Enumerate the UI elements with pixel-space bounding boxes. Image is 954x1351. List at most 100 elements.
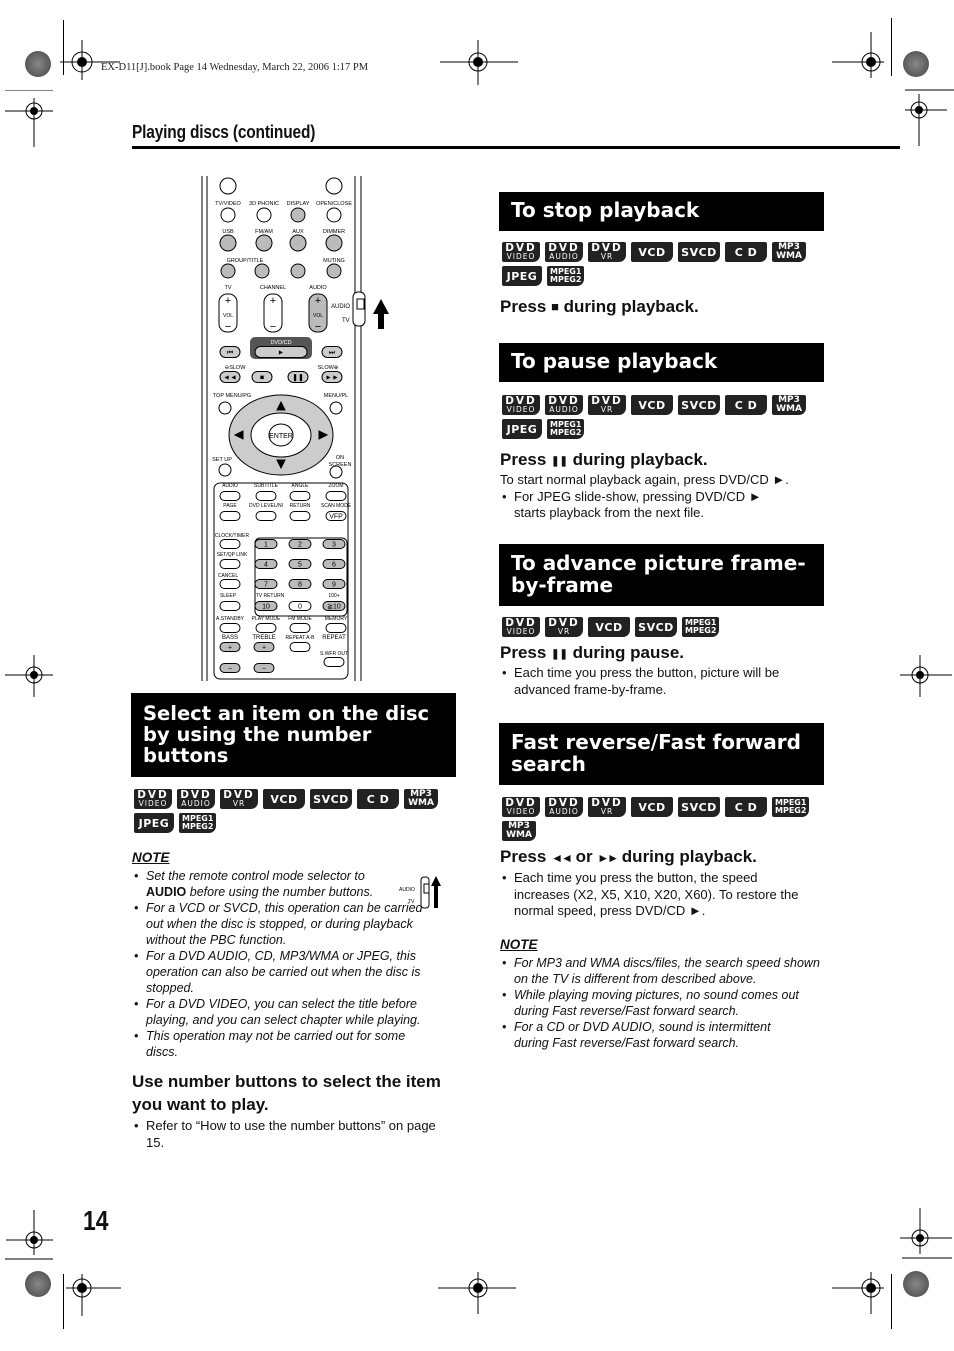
badge-label: VIDEO — [506, 807, 536, 816]
bullet-item: Each time you press the button, picture … — [500, 665, 830, 698]
remote-label: − — [315, 321, 321, 333]
format-badge-mpeg: MPEG1 MPEG2 — [547, 419, 585, 439]
color-dot-top-left — [25, 51, 51, 77]
search-instruction: Press ◄◄ or ►► during playback. — [500, 847, 830, 867]
registration-mark-right-bottom — [900, 1200, 954, 1262]
remote-button — [219, 491, 241, 501]
format-badge-jpeg: JPEG — [502, 419, 542, 439]
selector-audio-label: AUDIO — [399, 887, 415, 893]
note-item: For a DVD AUDIO, CD, MP3/WMA or JPEG, th… — [132, 948, 457, 996]
section-header: Playing discs (continued) — [132, 122, 316, 142]
badge-label: VCD — [270, 792, 298, 806]
badge-label: VCD — [638, 398, 666, 412]
note-title: NOTE — [500, 937, 538, 952]
format-badges-select: DVD VIDEO DVD AUDIO DVD VR VCD SVCD C D MP3 WMA JPE… — [134, 789, 454, 833]
remote-button — [219, 579, 241, 589]
remote-label: RETURN — [290, 503, 311, 509]
format-badge-mpeg: MPEG1 MPEG2 — [179, 813, 217, 833]
remote-label: DIMMER — [323, 229, 345, 235]
badge-label: JPEG — [506, 269, 538, 283]
format-badges-search: DVD VIDEO DVD AUDIO DVD VR VCD SVCD C D MPEG1 MPEG… — [502, 797, 832, 841]
format-badge-cd: C D — [725, 242, 767, 262]
pause-icon: ❚❚ — [551, 456, 568, 467]
format-badge-svcd: SVCD — [678, 797, 720, 817]
remote-button — [290, 263, 306, 279]
remote-button — [220, 263, 236, 279]
remote-button — [219, 234, 237, 252]
press-text: during playback. — [572, 450, 708, 469]
badge-label: VR — [600, 405, 614, 414]
remote-button — [218, 463, 232, 477]
badge-label: VR — [600, 807, 614, 816]
format-badge-cd: C D — [357, 789, 399, 809]
format-badge-vcd: VCD — [588, 617, 630, 637]
crop-line — [891, 1274, 892, 1329]
format-badge-dvd-audio: DVD AUDIO — [177, 789, 215, 809]
remote-label: SUBTITLE — [254, 483, 279, 489]
note-emphasis: AUDIO — [146, 885, 187, 899]
remote-button — [219, 511, 241, 521]
badge-label: VIDEO — [138, 799, 168, 808]
remote-label: CLOCK/TIMER — [215, 533, 250, 539]
remote-label: ⏭ — [329, 350, 336, 357]
press-text: Press — [500, 643, 547, 662]
remote-label: 3D PHONIC — [249, 201, 279, 207]
up-arrow-icon — [373, 299, 389, 329]
format-badge-dvd-video: DVD VIDEO — [502, 797, 540, 817]
note-item: For a DVD VIDEO, you can select the titl… — [132, 996, 457, 1028]
search-instruction-block: Press ◄◄ or ►► during playback. Each tim… — [500, 847, 830, 920]
remote-label: + — [270, 295, 276, 307]
format-badge-dvd-audio: DVD AUDIO — [545, 242, 583, 262]
remote-label: ◄◄ — [223, 375, 237, 382]
badge-label: SVCD — [313, 792, 349, 806]
remote-button — [289, 623, 311, 633]
note-item: This operation may not be carried out fo… — [132, 1028, 457, 1060]
format-badge-dvd-audio: DVD AUDIO — [545, 797, 583, 817]
note-item: While playing moving pictures, no sound … — [500, 987, 830, 1019]
remote-label: 8 — [298, 582, 302, 589]
remote-button — [326, 263, 342, 279]
format-badge-vcd: VCD — [631, 797, 673, 817]
format-badges-advance: DVD VIDEO DVD VR VCD SVCD MPEG1 MPEG2 — [502, 617, 832, 637]
remote-label: 1 — [264, 542, 268, 549]
press-text: during playback. — [563, 297, 699, 316]
remote-label: FM/AM — [255, 229, 273, 235]
note-text: Set the remote control mode selector to — [146, 869, 365, 883]
remote-label: ZOOM — [329, 483, 344, 489]
remote-label: CANCEL — [218, 573, 239, 579]
badge-label: C D — [366, 792, 390, 806]
remote-label: OPEN/CLOSE — [316, 201, 352, 207]
registration-mark-bottom-center — [438, 1272, 518, 1317]
bullet-item: Each time you press the button, the spee… — [500, 870, 830, 920]
selector-tv-label: TV — [408, 899, 415, 905]
remote-label: − — [270, 321, 276, 333]
format-badges-stop: DVD VIDEO DVD AUDIO DVD VR VCD SVCD C D MP3 WMA JPE… — [502, 242, 832, 286]
pause-instruction: Press ❚❚ during playback. — [500, 450, 830, 470]
remote-button — [255, 623, 277, 633]
remote-label: PLAY MODE — [252, 616, 281, 622]
stop-instruction: Press ■ during playback. — [500, 297, 699, 317]
remote-label: + — [315, 295, 321, 307]
bullet-item: For JPEG slide-show, pressing DVD/CD ► s… — [500, 489, 830, 522]
section-title-advance: To advance picture frame-by-frame — [499, 544, 824, 606]
remote-button — [325, 623, 347, 633]
remote-label: 3 — [332, 542, 336, 549]
remote-label: + — [225, 295, 231, 307]
badge-label: SVCD — [681, 398, 717, 412]
remote-label: VOL — [313, 313, 323, 319]
remote-label: GROUP/TITLE — [227, 258, 264, 264]
remote-button — [289, 234, 307, 252]
remote-label: − — [262, 666, 266, 673]
remote-label: MUTING — [323, 258, 345, 264]
remote-label: 9 — [332, 582, 336, 589]
badge-label: C D — [734, 398, 758, 412]
body-text: To start normal playback again, press DV… — [500, 472, 789, 487]
remote-label: 6 — [332, 562, 336, 569]
registration-mark-right-top — [905, 88, 954, 148]
remote-label: ►► — [325, 375, 339, 382]
mode-selector-small-icon: AUDIO TV — [398, 874, 446, 917]
remote-button — [289, 491, 311, 501]
remote-label: MENU/PL — [324, 393, 348, 399]
badge-label: VR — [232, 799, 246, 808]
remote-label: TREBLE — [252, 635, 275, 641]
